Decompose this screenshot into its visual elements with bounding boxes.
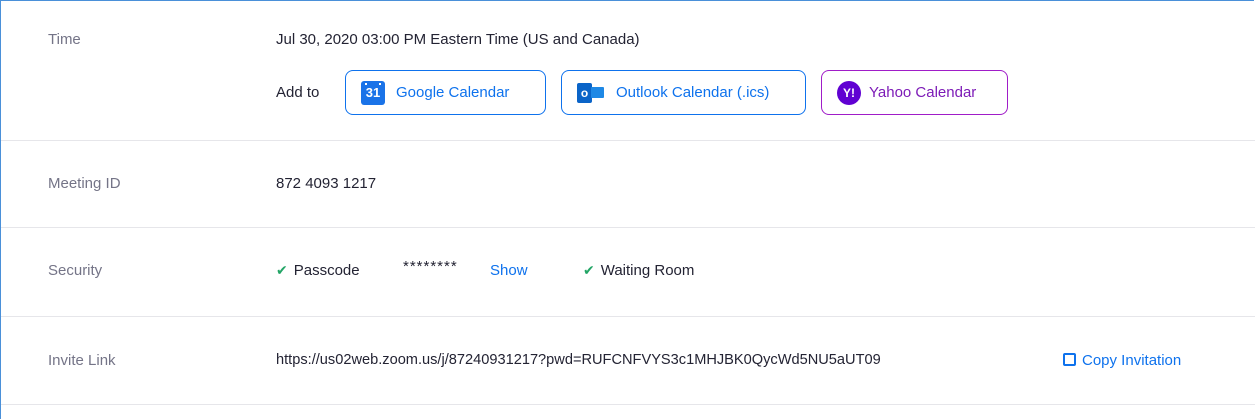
meeting-id-row: Meeting ID 872 4093 1217 <box>1 141 1255 228</box>
check-icon: ✔ <box>276 262 288 278</box>
check-icon: ✔ <box>583 262 595 278</box>
copy-invitation-button[interactable]: Copy Invitation <box>1063 352 1181 369</box>
copy-invitation-label: Copy Invitation <box>1082 352 1182 369</box>
time-label: Time <box>48 31 81 48</box>
waiting-room-item: ✔ Waiting Room <box>583 262 694 279</box>
outlook-calendar-button[interactable]: o Outlook Calendar (.ics) <box>561 70 806 115</box>
time-value: Jul 30, 2020 03:00 PM Eastern Time (US a… <box>276 31 640 48</box>
security-label: Security <box>48 262 103 279</box>
passcode-item: ✔ Passcode <box>276 262 360 279</box>
yahoo-icon: Y! <box>837 80 861 105</box>
passcode-masked: ******** <box>403 258 458 275</box>
time-row: Time Jul 30, 2020 03:00 PM Eastern Time … <box>1 0 1255 141</box>
invite-link-row: Invite Link https://us02web.zoom.us/j/87… <box>1 317 1255 405</box>
google-calendar-icon: 31 <box>361 80 385 105</box>
yahoo-calendar-label: Yahoo Calendar <box>869 84 977 101</box>
outlook-icon: o <box>577 82 605 104</box>
waiting-room-label: Waiting Room <box>600 262 695 279</box>
external-link-icon <box>1063 353 1076 366</box>
google-calendar-label: Google Calendar <box>396 84 510 101</box>
yahoo-calendar-button[interactable]: Y! Yahoo Calendar <box>821 70 1008 115</box>
outlook-calendar-label: Outlook Calendar (.ics) <box>616 84 770 101</box>
invite-link-url: https://us02web.zoom.us/j/87240931217?pw… <box>276 352 881 368</box>
add-to-label: Add to <box>276 84 320 101</box>
meeting-id-value: 872 4093 1217 <box>276 175 377 192</box>
google-calendar-button[interactable]: 31 Google Calendar <box>345 70 546 115</box>
passcode-label: Passcode <box>293 262 360 279</box>
security-row: Security ✔ Passcode ******** Show ✔ Waitin… <box>1 228 1255 317</box>
invite-link-label: Invite Link <box>48 352 116 369</box>
meeting-id-label: Meeting ID <box>48 175 121 192</box>
show-passcode-link[interactable]: Show <box>490 262 528 279</box>
